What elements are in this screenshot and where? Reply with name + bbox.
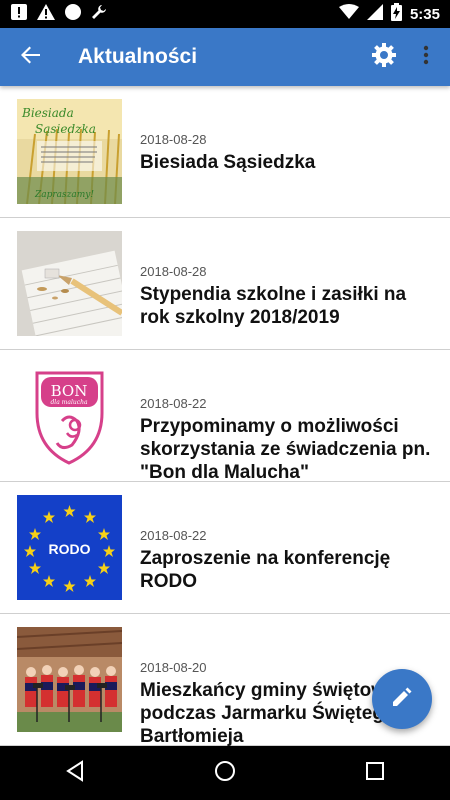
wrench-icon [90,3,108,26]
news-item[interactable]: Biesiada Sąsiedzka Zapraszamy! 2018-08-2… [0,86,450,218]
svg-text:Zapraszamy!: Zapraszamy! [34,190,94,200]
more-vertical-icon [423,45,429,70]
news-list[interactable]: Biesiada Sąsiedzka Zapraszamy! 2018-08-2… [0,86,450,746]
news-item[interactable]: 2018-08-28 Stypendia szkolne i zasiłki n… [0,218,450,350]
gear-icon [371,42,397,73]
news-title: Zaproszenie na konferencję RODO [140,548,391,592]
bon-dla-malucha-logo-thumbnail: BON dla malucha [17,363,122,468]
pencil-notebook-thumbnail [17,231,122,336]
folk-choir-photo-thumbnail [17,627,122,732]
arrow-back-icon [20,44,42,71]
edit-fab-button[interactable] [372,669,432,729]
more-options-button[interactable] [414,41,438,73]
nav-home-button[interactable] [205,753,245,793]
news-item[interactable]: BON dla malucha 2018-08-22 Przypominamy … [0,350,450,483]
navigation-bar [0,746,450,800]
pencil-icon [391,686,413,713]
alert-square-icon [10,3,28,26]
news-date: 2018-08-28 [140,264,207,279]
rodo-eu-flag-thumbnail: RODO [17,495,122,600]
page-title: Aktualności [78,45,198,68]
news-title: Przypominamy o możliwości skorzystania z… [140,416,431,483]
svg-text:dla malucha: dla malucha [50,399,88,406]
svg-text:Sąsiedzka: Sąsiedzka [35,122,96,136]
signal-icon [366,3,383,25]
back-button[interactable] [16,42,46,72]
settings-button[interactable] [368,41,400,73]
app-bar: Aktualności [0,28,450,86]
bon-logo-text: BON [51,382,88,400]
status-time: 5:35 [409,5,440,23]
news-title: Biesiada Sąsiedzka [140,152,316,173]
biesiada-poster-thumbnail: Biesiada Sąsiedzka Zapraszamy! [17,99,122,204]
battery-charging-icon [390,2,402,26]
rodo-flag-text: RODO [49,541,91,557]
nav-back-button[interactable] [55,753,95,793]
circle-icon [64,3,82,26]
news-item[interactable]: RODO 2018-08-22 Zaproszenie na konferenc… [0,482,450,614]
news-date: 2018-08-22 [140,396,207,411]
back-triangle-icon [65,759,85,787]
recents-square-icon [365,761,385,786]
news-date: 2018-08-22 [140,528,207,543]
nav-recents-button[interactable] [355,753,395,793]
svg-text:Biesiada: Biesiada [21,106,74,120]
warning-icon [36,3,56,26]
wifi-icon [338,3,359,25]
news-title: Stypendia szkolne i zasiłki na rok szkol… [140,284,407,328]
home-circle-icon [214,760,236,787]
news-date: 2018-08-28 [140,132,207,147]
status-bar: 5:35 [0,0,450,28]
